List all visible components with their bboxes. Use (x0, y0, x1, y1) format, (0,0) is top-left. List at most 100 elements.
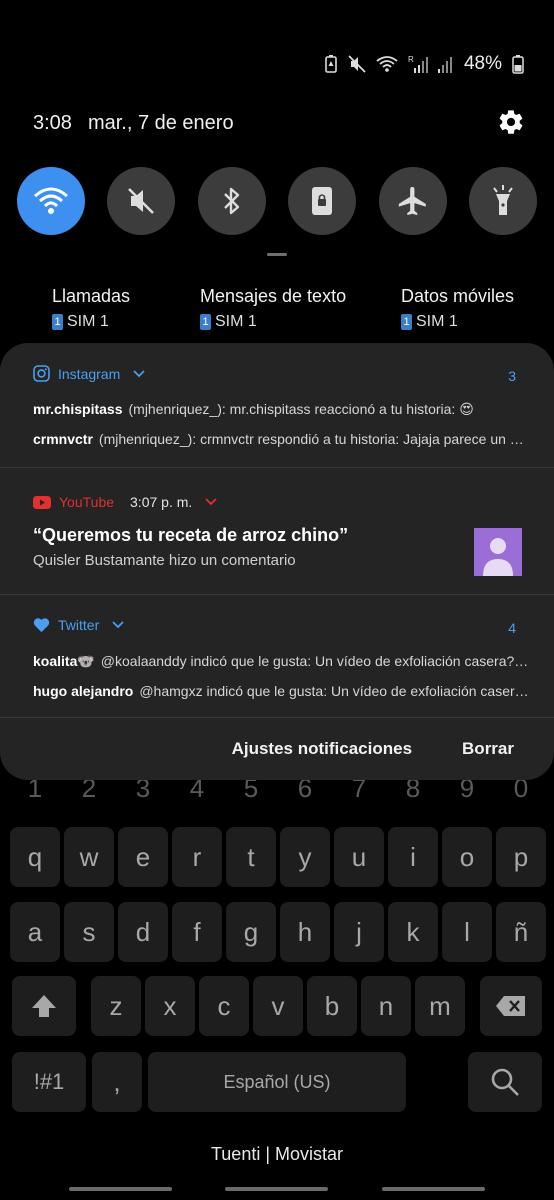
signal-icon (437, 57, 452, 73)
gesture-hint-right[interactable] (382, 1187, 485, 1191)
sender: crmnvctr (33, 431, 93, 447)
key[interactable]: x (145, 976, 195, 1036)
gesture-hint-left[interactable] (69, 1187, 172, 1191)
key[interactable]: p (496, 827, 546, 887)
youtube-title: “Queremos tu receta de arroz chino” (33, 525, 349, 545)
notification-line: crmnvctr (mjhenriquez_): crmnvctr respond… (33, 431, 529, 447)
tile-airplane[interactable] (378, 167, 447, 235)
youtube-icon (33, 495, 51, 509)
tile-rotation[interactable] (288, 167, 357, 235)
notification-line: mr.chispitass (mjhenriquez_): mr.chispita… (33, 401, 529, 418)
sim-label: SIM 1 (416, 313, 458, 330)
tile-wifi[interactable] (17, 167, 85, 235)
twitter-header[interactable]: Twitter (33, 617, 129, 633)
sim-label: SIM 1 (67, 313, 109, 330)
key[interactable]: s (64, 902, 114, 962)
backspace-key[interactable] (480, 976, 542, 1036)
sim-calls[interactable]: Llamadas 1 SIM 1 (52, 286, 130, 331)
tile-flashlight[interactable] (468, 167, 537, 235)
battery-percent: 48% (463, 53, 502, 74)
key[interactable]: d (118, 902, 168, 962)
gesture-hint-center[interactable] (225, 1187, 328, 1191)
roaming-signal-icon: R (408, 55, 428, 73)
sim-badge: 1 (401, 314, 412, 330)
battery-saver-icon (325, 55, 337, 73)
mute-icon (128, 188, 155, 214)
key[interactable]: y (280, 827, 330, 887)
notification-instagram[interactable]: Instagram 3 mr.chispitass (mjhenriquez_):… (0, 343, 554, 467)
settings-button[interactable] (497, 108, 525, 136)
panel-drag-handle[interactable] (267, 253, 287, 256)
key[interactable]: f (172, 902, 222, 962)
key[interactable]: a (10, 902, 60, 962)
key[interactable]: k (388, 902, 438, 962)
divider (0, 717, 554, 718)
twitter-app-name: Twitter (58, 617, 100, 633)
space-key[interactable]: Español (US) (148, 1052, 406, 1112)
gear-icon (499, 110, 523, 134)
instagram-icon (33, 365, 50, 382)
key[interactable]: l (442, 902, 492, 962)
youtube-app-name: YouTube (59, 494, 115, 510)
sim-messages[interactable]: Mensajes de texto 1 SIM 1 (200, 286, 346, 331)
key[interactable]: z (91, 976, 141, 1036)
key[interactable]: w (64, 827, 114, 887)
sim-data-sub: 1 SIM 1 (401, 313, 514, 331)
key[interactable]: n (361, 976, 411, 1036)
sim-badge: 1 (52, 314, 63, 330)
key[interactable]: b (307, 976, 357, 1036)
airplane-icon (398, 186, 426, 216)
key[interactable]: o (442, 827, 492, 887)
chevron-down-icon[interactable] (200, 496, 222, 508)
flashlight-icon (493, 185, 513, 215)
youtube-subtitle: Quisler Bustamante hizo un comentario (33, 552, 296, 569)
comma-key[interactable]: , (92, 1052, 142, 1112)
youtube-header[interactable]: YouTube 3:07 p. m. (33, 494, 222, 510)
chevron-down-icon[interactable] (107, 619, 129, 631)
date[interactable]: mar., 7 de enero (88, 112, 234, 135)
key[interactable]: t (226, 827, 276, 887)
notification-twitter[interactable]: Twitter 4 koalita🐨 @koalaanddy indicó que… (0, 595, 554, 717)
symbols-key[interactable]: !#1 (12, 1052, 86, 1112)
chevron-down-icon[interactable] (128, 368, 150, 380)
key[interactable]: e (118, 827, 168, 887)
bluetooth-icon (223, 187, 239, 215)
key[interactable]: q (10, 827, 60, 887)
notification-settings-button[interactable]: Ajustes notificaciones (232, 739, 412, 759)
sim-calls-sub: 1 SIM 1 (52, 313, 130, 331)
twitter-count: 4 (508, 620, 516, 636)
key[interactable]: i (388, 827, 438, 887)
backspace-icon (496, 996, 525, 1016)
key[interactable]: m (415, 976, 465, 1036)
sim-data[interactable]: Datos móviles 1 SIM 1 (401, 286, 514, 331)
clock[interactable]: 3:08 (33, 112, 72, 135)
tile-bluetooth[interactable] (197, 167, 266, 235)
search-key[interactable] (468, 1052, 542, 1112)
tile-sound[interactable] (107, 167, 176, 235)
key[interactable]: u (334, 827, 384, 887)
key[interactable]: h (280, 902, 330, 962)
mute-icon (348, 55, 366, 73)
notification-line: hugo alejandro @hamgxz indicó que le gust… (33, 683, 529, 699)
key[interactable]: r (172, 827, 222, 887)
key[interactable]: g (226, 902, 276, 962)
battery-icon (512, 55, 524, 74)
panel-actions: Ajustes notificaciones Borrar (232, 739, 514, 759)
search-icon (491, 1068, 519, 1096)
key[interactable]: v (253, 976, 303, 1036)
datetime-row[interactable]: 3:08 mar., 7 de enero (33, 112, 234, 135)
wifi-status-icon (376, 56, 398, 72)
key[interactable]: ñ (496, 902, 546, 962)
key[interactable]: c (199, 976, 249, 1036)
shift-icon (32, 995, 56, 1017)
instagram-count: 3 (508, 368, 516, 384)
clear-button[interactable]: Borrar (462, 739, 514, 759)
instagram-header[interactable]: Instagram (33, 365, 150, 382)
shift-key[interactable] (12, 976, 76, 1036)
instagram-app-name: Instagram (58, 365, 121, 382)
key[interactable]: j (334, 902, 384, 962)
sim-messages-title: Mensajes de texto (200, 286, 347, 306)
message: (mjhenriquez_): crmnvctr respondió a tu … (98, 431, 529, 447)
heart-icon (33, 618, 50, 633)
sim-label: SIM 1 (215, 313, 257, 330)
